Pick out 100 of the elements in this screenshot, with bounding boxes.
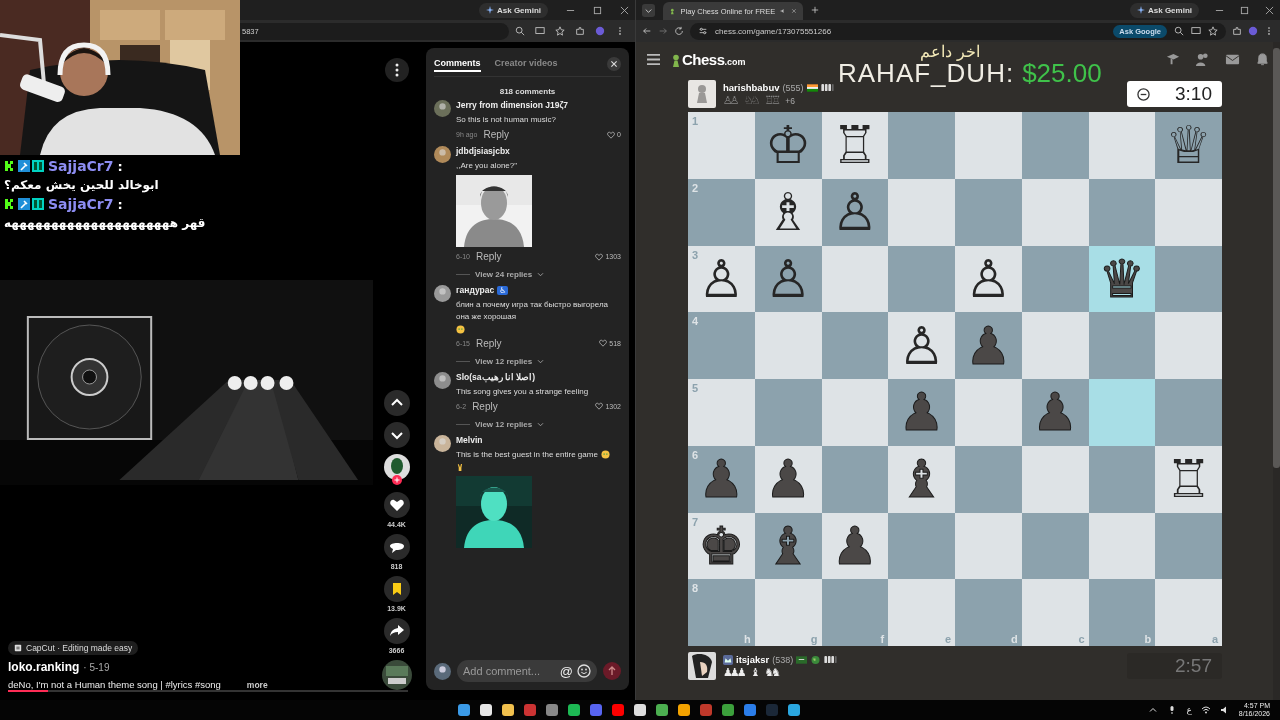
- wifi-icon[interactable]: [1200, 705, 1211, 715]
- comment-author[interactable]: Jerry from dimension J19ζ7: [456, 100, 569, 110]
- chess-piece[interactable]: ♙: [698, 252, 745, 305]
- extensions-icon[interactable]: [1232, 26, 1242, 36]
- share-button[interactable]: [383, 618, 410, 644]
- avatar-icon[interactable]: [434, 285, 451, 303]
- board-square[interactable]: ♗: [754, 178, 822, 246]
- comment-input[interactable]: Add comment... @: [457, 660, 597, 682]
- reply-link[interactable]: Reply: [476, 337, 502, 349]
- profile-icon[interactable]: [1248, 26, 1258, 36]
- board-square[interactable]: ♙: [955, 245, 1022, 313]
- effect-tag[interactable]: CapCut · Editing made easy: [8, 641, 139, 655]
- music-disc[interactable]: [381, 660, 412, 690]
- tab-search-icon[interactable]: [642, 3, 655, 17]
- view-replies-link[interactable]: View 12 replies: [475, 356, 533, 366]
- profile-icon[interactable]: [595, 26, 605, 36]
- reply-link[interactable]: Reply: [483, 129, 509, 141]
- chess-piece[interactable]: ♙: [965, 252, 1012, 305]
- cast-icon[interactable]: [535, 26, 545, 36]
- speaker-icon[interactable]: [780, 7, 787, 15]
- comment-author[interactable]: Slo(saاصلا انا رهيب): [456, 371, 536, 382]
- player-name[interactable]: itsjaksr: [736, 654, 770, 665]
- app-icon[interactable]: [655, 703, 669, 717]
- mention-button[interactable]: @: [559, 664, 573, 678]
- board-square[interactable]: ♖: [821, 112, 889, 179]
- extensions-icon[interactable]: [575, 26, 585, 36]
- board-square[interactable]: ♟: [754, 445, 822, 513]
- bookmark-button[interactable]: [383, 576, 410, 602]
- heart-icon[interactable]: [595, 402, 604, 411]
- panel-tab[interactable]: Comments: [434, 56, 481, 72]
- chess-piece[interactable]: ♙: [898, 319, 945, 372]
- maximize-icon[interactable]: [1240, 5, 1249, 15]
- scrollbar[interactable]: [1273, 42, 1280, 700]
- menu-icon[interactable]: [646, 52, 661, 66]
- app-icon[interactable]: [677, 703, 691, 717]
- chess-piece[interactable]: ♖: [831, 119, 879, 172]
- close-icon[interactable]: [1265, 5, 1274, 15]
- avatar-icon[interactable]: [434, 371, 451, 389]
- chess-piece[interactable]: ♚: [698, 519, 745, 572]
- down-arrow-button[interactable]: [383, 422, 410, 448]
- avatar-icon[interactable]: [434, 146, 451, 164]
- app-icon[interactable]: [721, 703, 735, 717]
- panel-tab[interactable]: Creator videos: [494, 56, 558, 72]
- zoom-icon[interactable]: [515, 26, 525, 36]
- like-button[interactable]: [383, 492, 410, 518]
- avatar-icon[interactable]: [434, 100, 451, 117]
- chess-piece[interactable]: ♔: [764, 119, 812, 172]
- up-arrow-button[interactable]: [383, 390, 410, 416]
- ask-gemini-button[interactable]: Ask Gemini: [1130, 2, 1199, 18]
- player-name[interactable]: harishbabuv: [723, 82, 780, 93]
- chess-piece[interactable]: ♙: [764, 252, 812, 305]
- chess-piece[interactable]: ♗: [764, 186, 812, 239]
- maximize-icon[interactable]: [593, 5, 602, 15]
- star-icon[interactable]: [555, 26, 565, 36]
- board-square[interactable]: ♟: [821, 512, 889, 580]
- emoji-icon[interactable]: [577, 664, 591, 678]
- star-icon[interactable]: [1208, 26, 1218, 36]
- app-icon[interactable]: [633, 703, 647, 717]
- reply-link[interactable]: Reply: [476, 251, 502, 263]
- send-button[interactable]: [603, 662, 621, 680]
- avatar-icon[interactable]: [688, 652, 716, 680]
- creator-avatar[interactable]: [383, 454, 410, 486]
- comment-button[interactable]: [383, 534, 410, 560]
- comment-author[interactable]: гандурас: [456, 285, 495, 296]
- chess-piece[interactable]: ♖: [1165, 453, 1212, 506]
- app-icon[interactable]: [567, 703, 581, 717]
- board-square[interactable]: ♕: [1155, 112, 1222, 179]
- chess-piece[interactable]: ♝: [898, 453, 945, 506]
- site-logo[interactable]: Chess: [682, 50, 725, 68]
- comment-author[interactable]: jdbdjsiasjcbx: [456, 146, 510, 157]
- chevron-up-icon[interactable]: [1148, 705, 1159, 715]
- chess-piece[interactable]: ♙: [831, 186, 879, 239]
- back-icon[interactable]: [642, 26, 652, 36]
- chess-piece[interactable]: ♕: [1165, 119, 1212, 172]
- board-square[interactable]: ♖: [1155, 445, 1222, 513]
- chess-piece[interactable]: ♛: [1098, 252, 1146, 305]
- heart-icon[interactable]: [607, 130, 616, 139]
- heart-icon[interactable]: [595, 252, 604, 261]
- site-info-icon[interactable]: [698, 26, 708, 36]
- bell-icon[interactable]: [1255, 51, 1270, 67]
- reply-link[interactable]: Reply: [472, 400, 498, 412]
- more-link[interactable]: more: [246, 680, 268, 690]
- author-name[interactable]: loko.ranking: [8, 660, 80, 674]
- app-icon[interactable]: [787, 703, 801, 717]
- view-replies-link[interactable]: View 12 replies: [475, 419, 533, 429]
- zoom-icon[interactable]: [1174, 26, 1184, 36]
- close-icon[interactable]: [620, 5, 629, 15]
- friends-icon[interactable]: [1195, 51, 1210, 67]
- app-icon[interactable]: [479, 703, 493, 717]
- avatar-icon[interactable]: [434, 434, 451, 452]
- board-square[interactable]: ♙: [888, 312, 955, 379]
- board-square[interactable]: ♙: [821, 178, 889, 246]
- heart-icon[interactable]: [599, 339, 608, 348]
- board-square[interactable]: ♙: [754, 245, 822, 313]
- reload-icon[interactable]: [674, 26, 684, 36]
- ask-gemini-button[interactable]: Ask Gemini: [479, 2, 548, 18]
- cast-icon[interactable]: [1191, 26, 1201, 36]
- language-indicator[interactable]: ع: [1186, 705, 1192, 715]
- board-square[interactable]: ♛: [1088, 245, 1156, 313]
- chess-piece[interactable]: ♟: [831, 519, 879, 572]
